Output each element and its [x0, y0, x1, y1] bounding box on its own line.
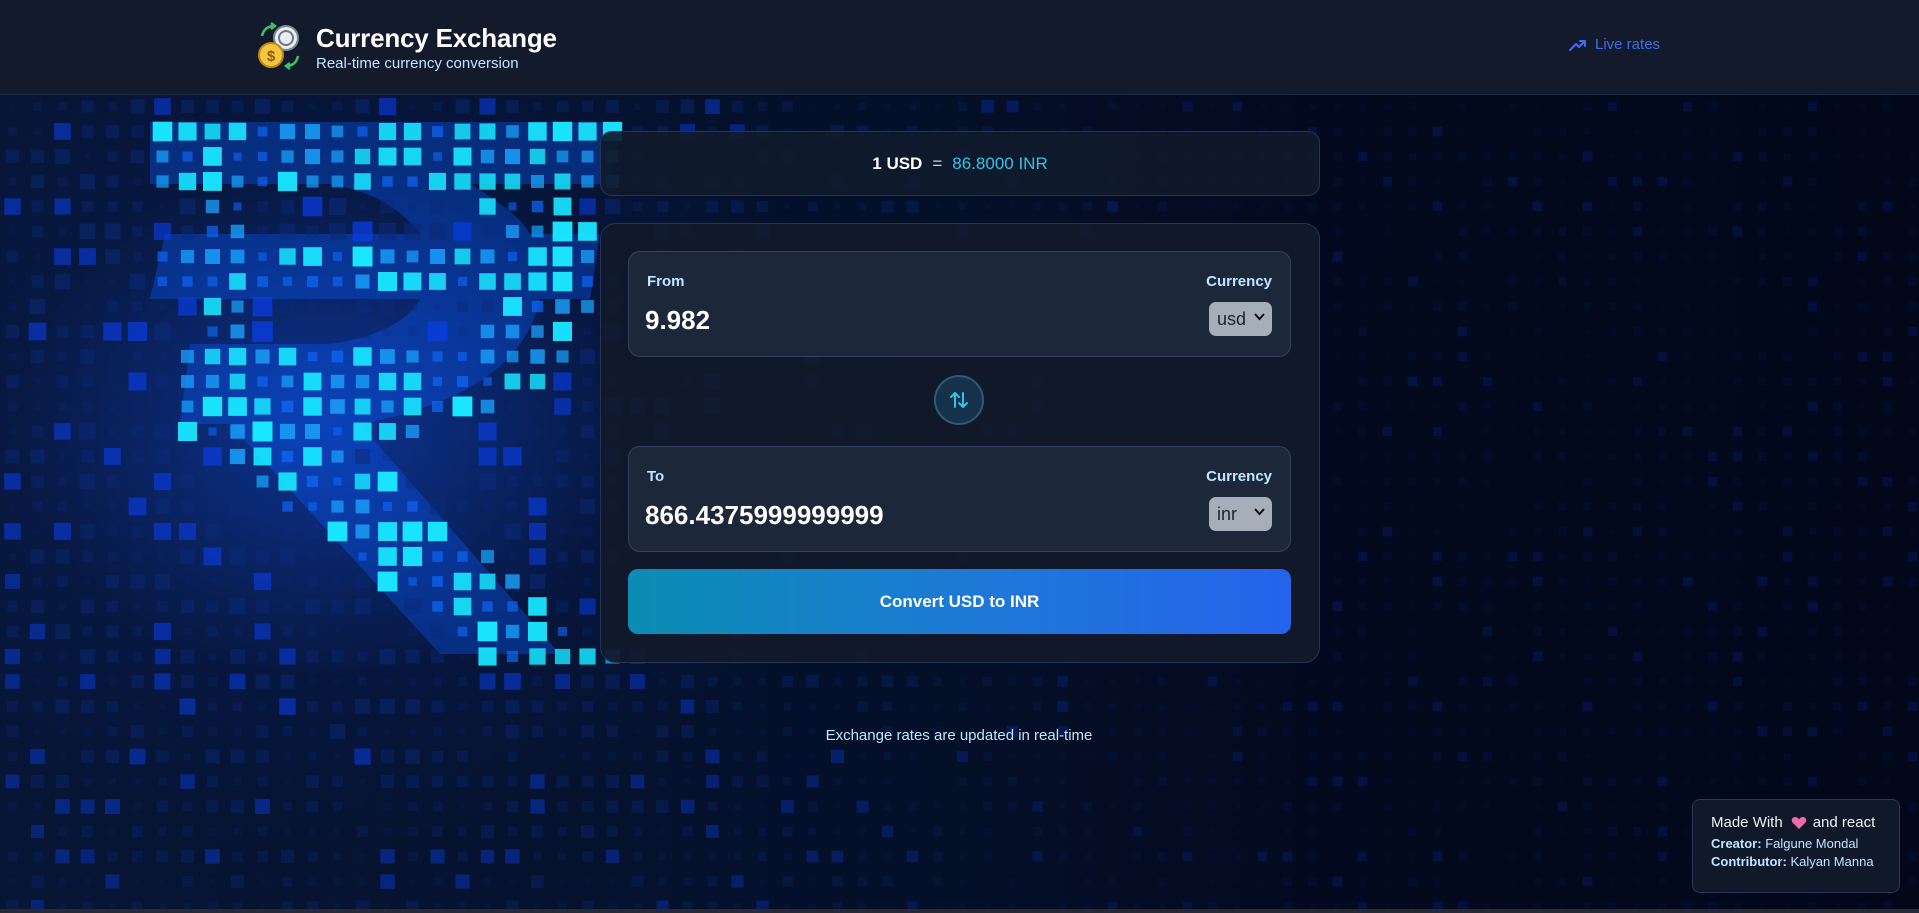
swap-currencies-button[interactable]	[934, 375, 984, 425]
app-subtitle: Real-time currency conversion	[316, 54, 519, 72]
from-amount-input[interactable]	[645, 302, 1125, 338]
app-title: Currency Exchange	[316, 22, 557, 53]
contributor-label: Contributor:	[1711, 854, 1787, 869]
rate-target: 86.8000 INR	[952, 153, 1048, 173]
to-field: To Currency inr	[628, 446, 1291, 552]
from-currency-value: usd	[1217, 308, 1247, 329]
chevron-down-icon	[1254, 313, 1265, 321]
made-with-line: Made With and react	[1711, 814, 1899, 831]
credits-card: Made With and react Creator: Falgune Mon…	[1692, 799, 1900, 893]
to-currency-label: Currency	[1206, 468, 1272, 485]
creator-label: Creator:	[1711, 836, 1762, 851]
live-rates-label: Live rates	[1595, 36, 1661, 53]
svg-text:$: $	[267, 48, 276, 65]
to-amount-input[interactable]	[645, 497, 1125, 533]
convert-button[interactable]: Convert USD to INR	[628, 569, 1291, 634]
realtime-note: Exchange rates are updated in real-time	[825, 727, 1093, 744]
from-field: From Currency usd	[628, 251, 1291, 357]
made-with-text: Made With	[1711, 814, 1783, 831]
creator-line: Creator: Falgune Mondal	[1711, 836, 1899, 851]
and-react-text: and react	[1812, 814, 1876, 831]
from-currency-select[interactable]: usd	[1209, 302, 1272, 336]
swap-arrows-icon	[950, 392, 968, 408]
contributor-name: Kalyan Manna	[1790, 854, 1874, 869]
exchange-rate-display: 1 USD = 86.8000 INR	[600, 131, 1320, 196]
rate-equals: =	[932, 153, 943, 173]
to-currency-value: inr	[1217, 503, 1238, 524]
to-currency-select[interactable]: inr	[1209, 497, 1272, 531]
currency-exchange-coins-icon: $	[256, 22, 304, 72]
brand-text: Currency Exchange Real-time currency con…	[316, 23, 557, 72]
bottom-edge	[0, 909, 1919, 913]
trending-up-icon	[1569, 39, 1586, 51]
heart-icon	[1791, 816, 1806, 829]
creator-name: Falgune Mondal	[1765, 836, 1859, 851]
app-header: $ Currency Exchange Real-time currency c…	[0, 0, 1919, 95]
brand: $ Currency Exchange Real-time currency c…	[256, 22, 557, 72]
chevron-down-icon	[1254, 508, 1265, 516]
live-rates-link[interactable]: Live rates	[1569, 36, 1660, 53]
rate-base: 1 USD	[872, 153, 923, 173]
from-label: From	[647, 273, 685, 290]
to-label: To	[647, 468, 665, 485]
contributor-line: Contributor: Kalyan Manna	[1711, 854, 1899, 869]
from-currency-label: Currency	[1206, 273, 1272, 290]
